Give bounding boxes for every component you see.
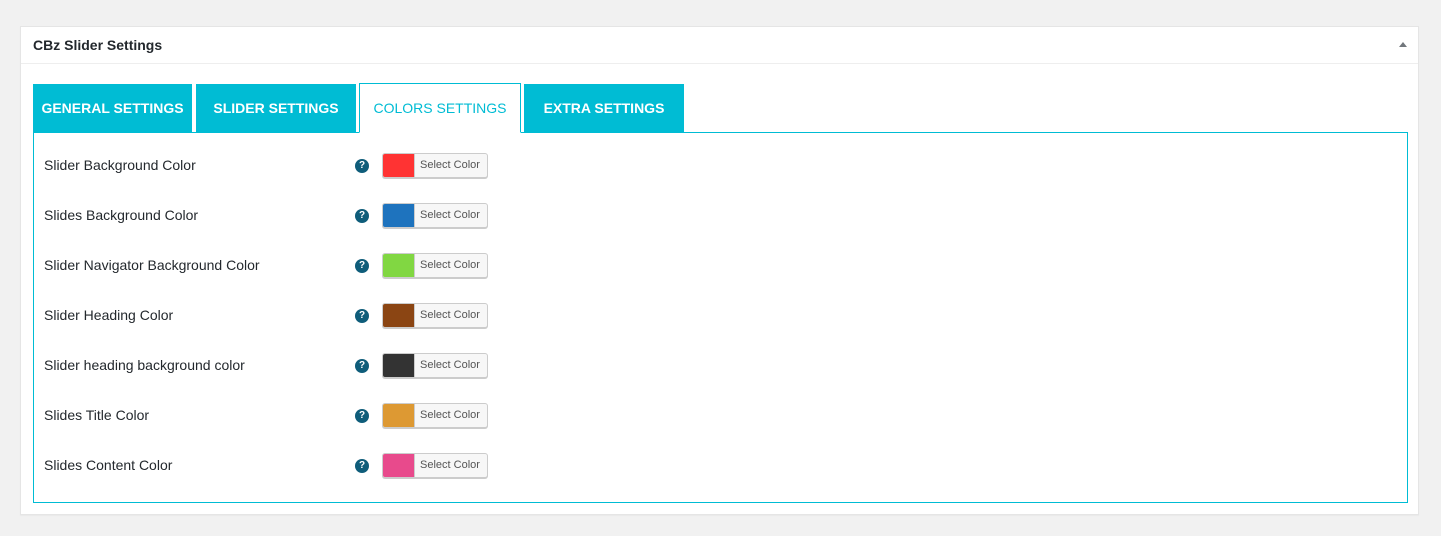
select-color-button[interactable]: Select Color bbox=[382, 403, 488, 428]
select-color-button[interactable]: Select Color bbox=[382, 203, 488, 228]
setting-label: Slider Background Color bbox=[44, 157, 196, 173]
setting-label: Slides Title Color bbox=[44, 407, 150, 423]
help-icon[interactable]: ? bbox=[355, 409, 369, 423]
setting-row: Slider Heading Color ? Select Color bbox=[34, 303, 1407, 329]
triangle-up-icon bbox=[1399, 42, 1407, 47]
color-swatch bbox=[383, 454, 415, 477]
setting-row: Slides Title Color ? Select Color bbox=[34, 403, 1407, 429]
select-color-label: Select Color bbox=[420, 309, 480, 321]
color-swatch bbox=[383, 154, 415, 177]
select-color-label: Select Color bbox=[420, 259, 480, 271]
setting-label: Slider Heading Color bbox=[44, 307, 174, 323]
select-color-button[interactable]: Select Color bbox=[382, 303, 488, 328]
tab-general-settings[interactable]: GENERAL SETTINGS bbox=[33, 84, 192, 132]
select-color-button[interactable]: Select Color bbox=[382, 353, 488, 378]
setting-row: Slides Background Color ? Select Color bbox=[34, 203, 1407, 229]
setting-label: Slides Background Color bbox=[44, 207, 199, 223]
color-swatch bbox=[383, 254, 415, 277]
setting-row: Slider Background Color ? Select Color bbox=[34, 153, 1407, 179]
tab-slider-settings[interactable]: SLIDER SETTINGS bbox=[196, 84, 356, 132]
setting-row: Slides Content Color ? Select Color bbox=[34, 453, 1407, 479]
select-color-label: Select Color bbox=[420, 459, 480, 471]
settings-postbox: CBz Slider Settings GENERAL SETTINGS SLI… bbox=[20, 26, 1419, 515]
setting-label: Slider Navigator Background Color bbox=[44, 257, 260, 273]
help-icon[interactable]: ? bbox=[355, 159, 369, 173]
collapse-toggle-button[interactable] bbox=[1396, 38, 1410, 52]
help-icon[interactable]: ? bbox=[355, 209, 369, 223]
postbox-title: CBz Slider Settings bbox=[33, 37, 163, 53]
color-swatch bbox=[383, 304, 415, 327]
help-icon[interactable]: ? bbox=[355, 259, 369, 273]
help-icon[interactable]: ? bbox=[355, 459, 369, 473]
setting-label: Slides Content Color bbox=[44, 457, 173, 473]
colors-settings-panel: Slider Background Color ? Select Color S… bbox=[33, 132, 1408, 503]
postbox-header: CBz Slider Settings bbox=[21, 27, 1418, 64]
setting-row: Slider Navigator Background Color ? Sele… bbox=[34, 253, 1407, 279]
select-color-label: Select Color bbox=[420, 209, 480, 221]
select-color-button[interactable]: Select Color bbox=[382, 253, 488, 278]
help-icon[interactable]: ? bbox=[355, 309, 369, 323]
tab-extra-settings[interactable]: EXTRA SETTINGS bbox=[524, 84, 684, 132]
color-swatch bbox=[383, 204, 415, 227]
select-color-button[interactable]: Select Color bbox=[382, 153, 488, 178]
tab-colors-settings[interactable]: COLORS SETTINGS bbox=[359, 83, 521, 133]
select-color-label: Select Color bbox=[420, 359, 480, 371]
setting-label: Slider heading background color bbox=[44, 357, 245, 373]
color-swatch bbox=[383, 354, 415, 377]
select-color-label: Select Color bbox=[420, 409, 480, 421]
select-color-label: Select Color bbox=[420, 159, 480, 171]
help-icon[interactable]: ? bbox=[355, 359, 369, 373]
select-color-button[interactable]: Select Color bbox=[382, 453, 488, 478]
color-swatch bbox=[383, 404, 415, 427]
setting-row: Slider heading background color ? Select… bbox=[34, 353, 1407, 379]
